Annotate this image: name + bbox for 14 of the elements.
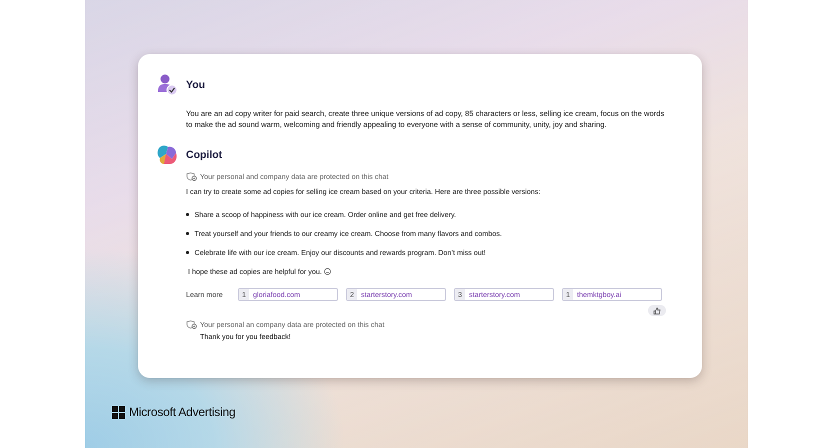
windows-logo-icon <box>112 406 125 418</box>
brand-name: Microsoft Advertising <box>129 405 236 419</box>
author-name: Copilot <box>186 149 222 161</box>
bullet-icon <box>186 213 188 216</box>
thumbs-up-icon <box>653 306 661 314</box>
smile-icon <box>324 268 331 275</box>
user-avatar-icon <box>156 74 178 96</box>
bullet-icon <box>186 251 188 254</box>
copilot-logo-icon <box>156 144 178 166</box>
author-name: You <box>186 79 206 91</box>
bullet-icon <box>186 232 188 234</box>
shield-icon <box>186 320 197 329</box>
thumbs-up-button[interactable] <box>648 305 666 316</box>
shield-icon <box>186 172 197 181</box>
